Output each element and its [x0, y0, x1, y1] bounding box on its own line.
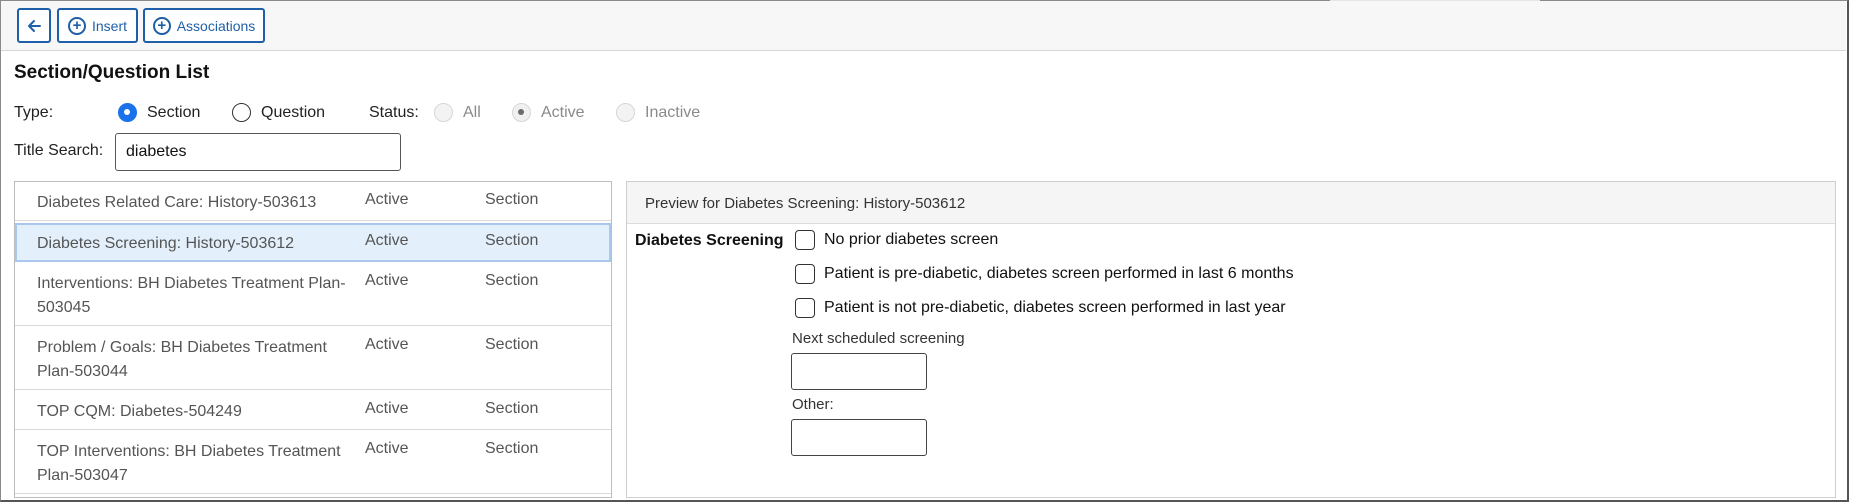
row-type: Section — [485, 440, 539, 457]
row-status: Active — [365, 440, 409, 457]
associations-button-label: Associations — [176, 17, 256, 34]
checkbox-label[interactable]: No prior diabetes screen — [824, 231, 998, 249]
row-status: Active — [365, 336, 409, 353]
preview-header: Preview for Diabetes Screening: History-… — [627, 182, 1835, 224]
back-button[interactable] — [17, 8, 51, 43]
status-all-radio[interactable] — [434, 103, 453, 122]
type-question-radio[interactable] — [232, 103, 251, 122]
checkbox-not-pre-diabetic[interactable] — [795, 298, 815, 318]
status-inactive-radio[interactable] — [616, 103, 635, 122]
status-active-label: Active — [541, 104, 585, 121]
insert-button[interactable]: + Insert — [57, 8, 138, 43]
row-title: Diabetes Related Care: History-503613 — [37, 194, 317, 211]
next-screening-input[interactable] — [791, 353, 927, 390]
type-section-radio[interactable] — [118, 103, 137, 122]
plus-circle-icon: + — [152, 16, 171, 35]
row-type: Section — [485, 232, 539, 249]
checkbox-label[interactable]: Patient is pre-diabetic, diabetes screen… — [824, 265, 1294, 283]
row-title: Problem / Goals: BH Diabetes Treatment P… — [37, 339, 327, 380]
row-type: Section — [485, 272, 539, 289]
checkbox-no-prior-screen[interactable] — [795, 230, 815, 250]
row-status: Active — [365, 400, 409, 417]
associations-button[interactable]: + Associations — [143, 8, 265, 43]
arrow-left-icon — [28, 19, 41, 32]
checkbox-label[interactable]: Patient is not pre-diabetic, diabetes sc… — [824, 299, 1286, 317]
next-screening-label: Next scheduled screening — [792, 330, 965, 347]
status-active-radio[interactable] — [512, 103, 531, 122]
list-item[interactable]: Problem / Goals: BH Diabetes Treatment P… — [15, 327, 611, 390]
list-item[interactable]: Interventions: BH Diabetes Treatment Pla… — [15, 263, 611, 326]
checkbox-pre-diabetic[interactable] — [795, 264, 815, 284]
row-title: TOP CQM: Diabetes-504249 — [37, 403, 242, 420]
row-type: Section — [485, 191, 539, 208]
list-item[interactable]: Diabetes Related Care: History-503613 Ac… — [15, 182, 611, 221]
preview-panel: Preview for Diabetes Screening: History-… — [626, 181, 1836, 498]
other-input[interactable] — [791, 419, 927, 456]
title-search-input[interactable] — [115, 133, 401, 171]
status-inactive-label: Inactive — [645, 104, 701, 121]
row-status: Active — [365, 232, 409, 249]
insert-button-label: Insert — [91, 17, 127, 34]
title-search-label: Title Search: — [14, 142, 104, 159]
row-type: Section — [485, 400, 539, 417]
row-title: Interventions: BH Diabetes Treatment Pla… — [37, 275, 346, 316]
preview-section-label: Diabetes Screening — [635, 232, 784, 249]
row-title: Diabetes Screening: History-503612 — [37, 235, 295, 252]
row-status: Active — [365, 272, 409, 289]
list-item[interactable]: TOP Interventions: BH Diabetes Treatment… — [15, 431, 611, 494]
plus-circle-icon: + — [67, 16, 86, 35]
list-item-selected[interactable]: Diabetes Screening: History-503612 Activ… — [15, 223, 611, 262]
row-title: TOP Interventions: BH Diabetes Treatment… — [37, 443, 341, 484]
section-question-list: Diabetes Related Care: History-503613 Ac… — [14, 181, 612, 498]
status-label: Status: — [369, 104, 419, 121]
status-all-label: All — [463, 104, 481, 121]
list-item[interactable]: TOP CQM: Diabetes-504249 Active Section — [15, 391, 611, 430]
type-label: Type: — [14, 104, 54, 121]
row-type: Section — [485, 336, 539, 353]
type-section-label[interactable]: Section — [147, 104, 200, 122]
type-question-label[interactable]: Question — [261, 104, 325, 122]
row-status: Active — [365, 191, 409, 208]
other-label: Other: — [792, 396, 834, 413]
page-title: Section/Question List — [14, 62, 210, 83]
toolbar: + Insert + Associations — [1, 1, 1846, 51]
